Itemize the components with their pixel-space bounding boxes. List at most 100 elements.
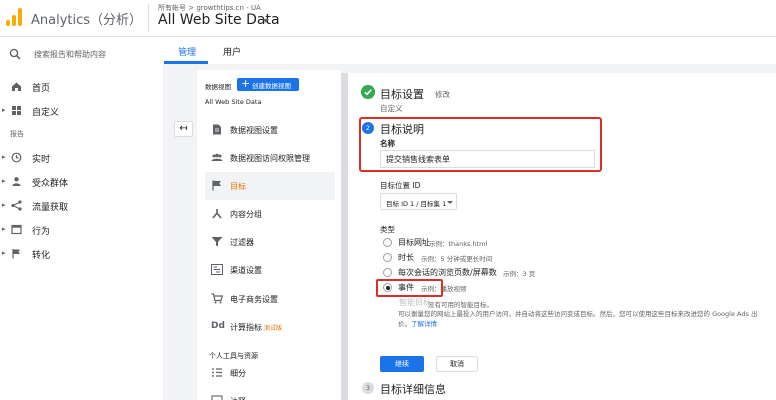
- learn-more-link[interactable]: 了解详情: [411, 320, 437, 328]
- header-divider: [148, 4, 149, 32]
- filter-icon: [211, 237, 223, 247]
- radio-button[interactable]: [383, 268, 392, 277]
- goal-type-example: 示例：thanks.html: [429, 240, 488, 248]
- view-item-label-wrap: 计算指标 测试版: [230, 322, 282, 333]
- cart-icon: [211, 293, 223, 304]
- goal-type-example: 示例：5 分钟或更长时间: [421, 255, 493, 263]
- tab-admin[interactable]: 管理: [178, 45, 196, 58]
- cancel-button[interactable]: 取消: [436, 356, 478, 372]
- nav-label: 行为: [32, 227, 51, 237]
- step3-title: 目标详细信息: [380, 383, 446, 396]
- nav-item-behavior[interactable]: ▸ 行为: [0, 220, 163, 242]
- nav-item-conversions[interactable]: ▸ 转化: [0, 244, 163, 266]
- continue-button[interactable]: 继续: [380, 356, 424, 372]
- collapse-back-button[interactable]: ↤: [174, 121, 193, 137]
- step3-number-badge: 3: [362, 382, 374, 394]
- panel-divider: [341, 73, 348, 400]
- channel-icon: [211, 264, 223, 275]
- nav-item-home[interactable]: 首页: [0, 77, 163, 99]
- goal-type-destination[interactable]: 目标网址 示例：thanks.html: [383, 237, 583, 249]
- view-item-ecommerce[interactable]: 电子商务设置: [205, 285, 335, 313]
- expand-arrow-icon: ▸: [2, 249, 6, 257]
- plus-icon: +: [241, 77, 251, 90]
- analytics-logo-icon[interactable]: [6, 8, 22, 26]
- smart-goal-note: 没有可用的智能目标。: [428, 301, 493, 309]
- smart-goal-option: 智能目标: [399, 298, 431, 307]
- smart-goal-desc-text: 可以衡量您的网站上最投入的用户访问，并自动将这些访问变成目标。然后，您可以使用这…: [398, 310, 758, 328]
- nav-item-audience[interactable]: ▸ 受众群体: [0, 172, 163, 194]
- goal-type-label: 目标网址: [398, 238, 430, 247]
- step2-title: 目标说明: [380, 123, 424, 136]
- view-selector[interactable]: All Web Site Data: [158, 12, 280, 28]
- goal-type-pages-per-session[interactable]: 每次会话的浏览页数/屏幕数 示例：3 页: [383, 267, 643, 279]
- goal-name-input[interactable]: 提交销售线索表单: [380, 150, 595, 168]
- segments-icon: [212, 368, 222, 377]
- expand-arrow-icon: ▸: [2, 106, 6, 114]
- radio-button[interactable]: [383, 238, 392, 247]
- nav-label: 自定义: [32, 108, 60, 118]
- view-item-settings[interactable]: 数据视图设置: [205, 116, 335, 144]
- chevron-down-icon: [447, 201, 453, 204]
- person-icon: [12, 177, 21, 186]
- view-item-content-grouping[interactable]: 内容分组: [205, 200, 335, 228]
- smart-goal-description: 可以衡量您的网站上最投入的用户访问，并自动将这些访问变成目标。然后，您可以使用这…: [398, 310, 764, 329]
- search-icon[interactable]: [9, 48, 21, 60]
- dashboard-icon: [12, 106, 21, 115]
- expand-arrow-icon: ▸: [2, 153, 6, 161]
- people-icon: [211, 153, 223, 161]
- document-icon: [213, 124, 221, 135]
- tab-user[interactable]: 用户: [223, 45, 241, 58]
- step1-edit-link[interactable]: 修改: [435, 89, 450, 100]
- type-label: 类型: [380, 225, 395, 234]
- view-item-label: 电子商务设置: [230, 295, 278, 304]
- expand-arrow-icon: ▸: [2, 225, 6, 233]
- name-label: 名称: [380, 139, 395, 148]
- view-item-label: 目标: [230, 182, 246, 191]
- create-view-label: 创建数据视图: [252, 82, 291, 90]
- goal-slot-value: 目标 ID 1 / 目标集 1: [386, 200, 447, 208]
- nav-item-realtime[interactable]: ▸ 实时: [0, 148, 163, 170]
- view-item-calculated-metrics[interactable]: Dd 计算指标 测试版: [205, 313, 335, 341]
- nav-label: 流量获取: [32, 203, 69, 213]
- view-item-annotations[interactable]: 注释: [205, 387, 335, 400]
- tab-bar: [163, 37, 776, 64]
- goal-slot-select[interactable]: 目标 ID 1 / 目标集 1: [380, 193, 457, 210]
- behavior-window-icon: [11, 224, 22, 235]
- expand-arrow-icon: ▸: [2, 201, 6, 209]
- current-view-name: All Web Site Data: [205, 98, 262, 106]
- top-header: Analytics（分析） 所有帐号 > growthtips.cn - UA …: [0, 0, 776, 37]
- view-item-label: 计算指标: [230, 323, 262, 332]
- view-item-goals[interactable]: 目标: [205, 172, 335, 200]
- back-arrow-icon: ↤: [179, 123, 188, 134]
- clock-icon: [11, 152, 22, 163]
- nav-item-customize[interactable]: ▸ 自定义: [0, 101, 163, 123]
- search-input[interactable]: 搜索报告和帮助内容: [34, 49, 106, 60]
- flag-icon: [212, 180, 221, 191]
- view-item-label: 细分: [230, 369, 246, 378]
- goal-type-label: 每次会话的浏览页数/屏幕数: [398, 268, 497, 277]
- chevron-down-icon[interactable]: [263, 19, 269, 23]
- view-item-label: 渠道设置: [230, 266, 262, 275]
- view-item-channel-settings[interactable]: 渠道设置: [205, 256, 335, 284]
- view-item-access[interactable]: 数据视图访问权限管理: [205, 144, 335, 172]
- nav-label: 转化: [32, 251, 51, 261]
- left-nav: 搜索报告和帮助内容 首页 ▸ 自定义 报告 ▸ 实时 ▸ 受众群体 ▸ 流量获取…: [0, 37, 163, 400]
- home-icon: [12, 82, 21, 91]
- view-item-filters[interactable]: 过滤器: [205, 228, 335, 256]
- highlight-box-event: [376, 279, 443, 297]
- step1-value: 自定义: [380, 104, 403, 113]
- nav-item-acquisition[interactable]: ▸ 流量获取: [0, 196, 163, 218]
- goal-type-duration[interactable]: 时长 示例：5 分钟或更长时间: [383, 252, 583, 264]
- nav-label: 实时: [32, 155, 51, 165]
- view-item-label: 数据视图访问权限管理: [230, 154, 310, 163]
- create-view-button[interactable]: + 创建数据视图: [237, 77, 299, 91]
- annotation-icon: [211, 395, 223, 400]
- view-item-segments[interactable]: 细分: [205, 359, 335, 387]
- step2-number-badge: 2: [362, 122, 374, 134]
- view-item-label: 内容分组: [230, 210, 262, 219]
- goal-slot-label: 目标位置 ID: [380, 181, 421, 190]
- radio-button[interactable]: [383, 253, 392, 262]
- dd-icon: Dd: [211, 321, 225, 331]
- expand-arrow-icon: ▸: [2, 177, 6, 185]
- flag-icon: [12, 249, 20, 259]
